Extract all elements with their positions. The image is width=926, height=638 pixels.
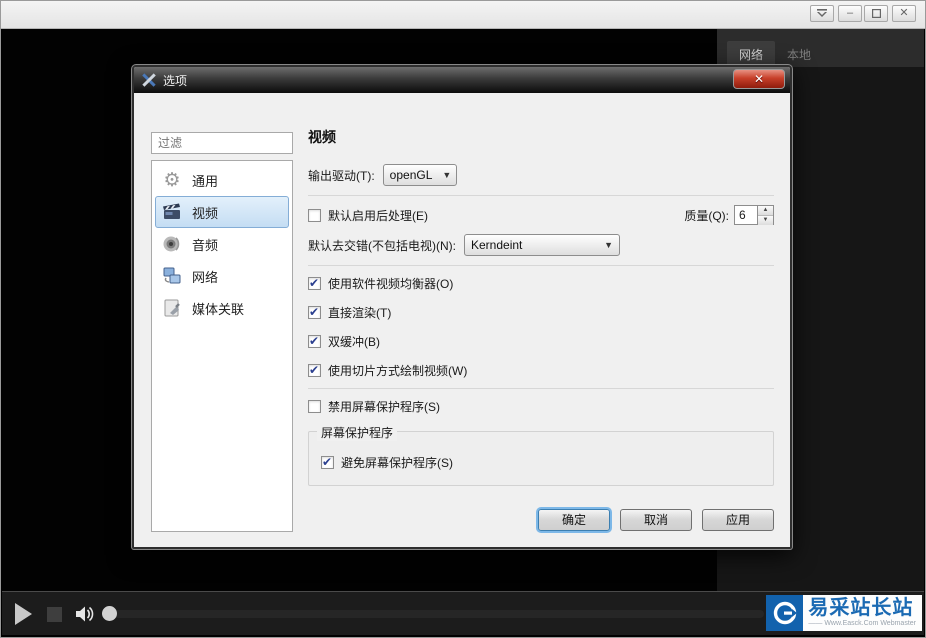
screensaver-groupbox: 屏幕保护程序 避免屏幕保护程序(S) (308, 424, 774, 486)
seek-slider-handle[interactable] (102, 606, 117, 621)
double-buffering-checkbox[interactable] (308, 334, 321, 348)
apply-button[interactable]: 应用 (702, 509, 774, 531)
tab-local[interactable]: 本地 (775, 41, 823, 67)
window-titlebar: – ✕ (1, 1, 925, 29)
settings-category-list: ⚙ 通用 视频 音频 网络 媒体关联 (151, 160, 293, 532)
output-driver-select[interactable]: openGL ▼ (382, 164, 457, 186)
sidebar-item-label: 网络 (192, 269, 219, 285)
dialog-body: ⚙ 通用 视频 (134, 93, 790, 547)
video-settings-panel: 视频 输出驱动(T): openGL ▼ 默认启用后处理(E) 质量(Q): 6… (308, 127, 774, 531)
options-dialog: 选项 ✕ ⚙ 通用 (132, 65, 792, 549)
direct-rendering-label: 直接渲染(T) (328, 306, 392, 320)
media-association-icon (161, 297, 183, 319)
output-driver-value: openGL (389, 168, 433, 182)
disable-screensaver-checkbox[interactable] (308, 400, 321, 413)
sidebar-item-label: 音频 (192, 237, 219, 253)
quality-label: 质量(Q): (684, 208, 729, 223)
playlist-tabbar: 网络 本地 (717, 29, 924, 67)
dialog-titlebar[interactable]: 选项 ✕ (134, 67, 790, 93)
sidebar-item-media-association[interactable]: 媒体关联 (155, 292, 289, 324)
stop-button[interactable] (47, 607, 62, 622)
watermark-title: 易采站长站 (808, 597, 914, 619)
deinterlace-select[interactable]: Kerndeint ▼ (464, 234, 620, 256)
player-controlbar: 0 易采站长站 —— Www.Easck.Com Webmaster (2, 591, 924, 635)
maximize-button[interactable] (864, 5, 888, 22)
spin-up-icon[interactable]: ▲ (758, 206, 773, 216)
filter-input[interactable] (151, 132, 293, 154)
chevron-down-icon (817, 9, 827, 17)
screensaver-group-title: 屏幕保护程序 (317, 424, 398, 441)
volume-icon[interactable] (74, 604, 96, 629)
chevron-down-icon: ▼ (604, 240, 613, 250)
speaker-icon (161, 233, 183, 255)
double-buffering-label: 双缓冲(B) (328, 335, 380, 349)
disable-screensaver-label: 禁用屏幕保护程序(S) (328, 400, 440, 414)
sidebar-item-label: 通用 (192, 173, 219, 189)
watermark-logo-icon (766, 595, 804, 631)
quality-spinner-buttons[interactable]: ▲ ▼ (758, 205, 774, 225)
direct-rendering-checkbox[interactable] (308, 305, 321, 319)
cancel-button[interactable]: 取消 (620, 509, 692, 531)
dialog-close-button[interactable]: ✕ (733, 69, 785, 89)
clapperboard-icon (161, 201, 183, 223)
quality-spinner[interactable]: 6 (734, 205, 758, 225)
maximize-icon (871, 9, 881, 18)
chevron-down-icon: ▼ (442, 170, 452, 180)
network-icon (161, 265, 183, 287)
sidebar-item-video[interactable]: 视频 (155, 196, 289, 228)
divider (308, 388, 774, 389)
seek-slider-track[interactable] (102, 610, 764, 618)
deinterlace-label: 默认去交错(不包括电视)(N): (308, 238, 456, 253)
divider (308, 195, 774, 196)
avoid-screensaver-label: 避免屏幕保护程序(S) (341, 456, 453, 470)
compact-mode-button[interactable] (810, 5, 834, 22)
spin-down-icon[interactable]: ▼ (758, 216, 773, 225)
ok-button[interactable]: 确定 (538, 509, 610, 531)
avoid-screensaver-checkbox[interactable] (321, 455, 334, 469)
minimize-button[interactable]: – (838, 5, 862, 22)
close-window-button[interactable]: ✕ (892, 5, 916, 22)
watermark-textbox: 易采站长站 —— Www.Easck.Com Webmaster (803, 595, 922, 631)
sidebar-item-audio[interactable]: 音频 (155, 228, 289, 260)
watermark: 易采站长站 —— Www.Easck.Com Webmaster (766, 595, 922, 631)
output-driver-label: 输出驱动(T): (308, 168, 375, 183)
sidebar-item-label: 视频 (192, 205, 219, 221)
tools-icon (142, 73, 156, 87)
dialog-button-row: 确定 取消 应用 (538, 509, 774, 531)
dialog-title: 选项 (163, 73, 188, 88)
divider (308, 265, 774, 266)
sidebar-item-general[interactable]: ⚙ 通用 (155, 164, 289, 196)
software-equalizer-checkbox[interactable] (308, 276, 321, 290)
watermark-subtitle: —— Www.Easck.Com Webmaster (808, 620, 916, 627)
sidebar-item-network[interactable]: 网络 (155, 260, 289, 292)
draw-slices-label: 使用切片方式绘制视频(W) (328, 364, 468, 378)
postprocess-checkbox[interactable] (308, 208, 321, 222)
player-window: – ✕ 网络 本地 选项 ✕ 过滤 ⚙ 通用 视频 音频 网络 媒体关联 视频 … (0, 0, 926, 638)
gear-icon: ⚙ (163, 169, 181, 191)
tab-network[interactable]: 网络 (727, 41, 776, 67)
software-equalizer-label: 使用软件视频均衡器(O) (328, 277, 454, 291)
sidebar-item-label: 媒体关联 (192, 301, 245, 317)
draw-slices-checkbox[interactable] (308, 363, 321, 377)
postprocess-label: 默认启用后处理(E) (328, 208, 428, 223)
deinterlace-value: Kerndeint (471, 238, 523, 252)
play-button[interactable] (15, 603, 32, 625)
page-title: 视频 (308, 129, 336, 145)
